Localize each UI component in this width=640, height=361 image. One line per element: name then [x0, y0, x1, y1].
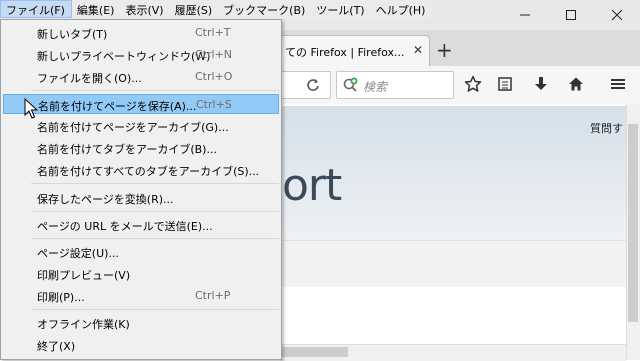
- tab-firefox[interactable]: ての Firefox | Firefox... ✕: [278, 35, 430, 67]
- reading-list-button[interactable]: [494, 74, 516, 94]
- mouse-pointer-icon: [24, 98, 38, 119]
- menu-item-open-file[interactable]: ファイルを開く(O)... Ctrl+O: [3, 67, 279, 87]
- minimize-button[interactable]: [502, 0, 548, 30]
- home-button[interactable]: [565, 74, 587, 94]
- menu-item-email-link[interactable]: ページの URL をメールで送信(E)...: [3, 215, 279, 235]
- close-window-button[interactable]: [594, 0, 640, 30]
- menu-history[interactable]: 履歴(S): [170, 0, 219, 19]
- bookmark-star-icon: [464, 75, 482, 92]
- menu-bookmarks[interactable]: ブックマーク(B): [218, 0, 311, 19]
- tab-title: ての Firefox | Firefox...: [285, 46, 405, 59]
- download-button[interactable]: [530, 74, 552, 94]
- maximize-icon: [566, 10, 576, 20]
- horizontal-scrollbar-thumb[interactable]: [282, 347, 348, 357]
- menu-view[interactable]: 表示(V): [120, 0, 169, 19]
- menu-item-print[interactable]: 印刷(P)... Ctrl+P: [3, 286, 279, 306]
- menu-item-new-tab[interactable]: 新しいタブ(T) Ctrl+T: [3, 23, 279, 43]
- ask-question-link[interactable]: 質問す: [590, 120, 623, 136]
- hamburger-menu-icon: [611, 79, 625, 89]
- menu-item-convert-saved-page[interactable]: 保存したページを変換(R)...: [3, 188, 279, 208]
- menu-help[interactable]: ヘルプ(H): [371, 0, 432, 19]
- file-menu-dropdown: 新しいタブ(T) Ctrl+T 新しいプライベートウィンドウ(W) Ctrl+N…: [0, 19, 282, 360]
- reading-list-icon: [498, 77, 512, 91]
- menu-separator: [31, 90, 279, 91]
- menu-item-new-private-window[interactable]: 新しいプライベートウィンドウ(W) Ctrl+N: [3, 45, 279, 65]
- download-icon: [535, 77, 547, 90]
- menu-separator: [31, 309, 279, 310]
- hamburger-menu-button[interactable]: [607, 74, 629, 94]
- menu-file[interactable]: ファイル(F): [0, 0, 72, 18]
- menu-item-archive-page[interactable]: 名前を付けてページをアーカイブ(G)...: [3, 116, 279, 136]
- menu-separator: [31, 183, 279, 184]
- menubar: ファイル(F) 編集(E) 表示(V) 履歴(S) ブックマーク(B) ツール(…: [0, 0, 432, 19]
- url-bar[interactable]: [282, 71, 331, 99]
- menu-item-page-setup[interactable]: ページ設定(U)...: [3, 242, 279, 262]
- tab-close-icon[interactable]: ✕: [413, 43, 423, 57]
- home-icon: [569, 77, 583, 91]
- menu-item-work-offline[interactable]: オフライン作業(K): [3, 313, 279, 333]
- menu-item-print-preview[interactable]: 印刷プレビュー(V): [3, 264, 279, 284]
- menu-item-archive-all-tabs[interactable]: 名前を付けてすべてのタブをアーカイブ(S)...: [3, 160, 279, 180]
- hero-heading: ort: [282, 160, 342, 211]
- menu-edit[interactable]: 編集(E): [72, 0, 121, 19]
- search-placeholder: 検索: [363, 80, 388, 94]
- menu-separator: [31, 238, 279, 239]
- menu-tools[interactable]: ツール(T): [311, 0, 370, 19]
- bookmark-star-button[interactable]: [462, 74, 484, 94]
- search-input[interactable]: 検索: [336, 71, 454, 99]
- new-tab-button[interactable]: +: [436, 38, 453, 62]
- menu-item-archive-tab[interactable]: 名前を付けてタブをアーカイブ(B)...: [3, 138, 279, 158]
- maximize-button[interactable]: [548, 0, 594, 30]
- close-icon: [611, 9, 623, 21]
- minimize-icon: [520, 14, 530, 16]
- reload-icon[interactable]: [306, 78, 320, 92]
- menu-item-exit[interactable]: 終了(X): [3, 335, 279, 355]
- menu-item-save-page-as[interactable]: 名前を付けてページを保存(A)... Ctrl+S: [3, 94, 279, 114]
- menu-separator: [31, 211, 279, 212]
- vertical-scrollbar-thumb[interactable]: [628, 124, 638, 322]
- search-add-icon: [343, 77, 358, 92]
